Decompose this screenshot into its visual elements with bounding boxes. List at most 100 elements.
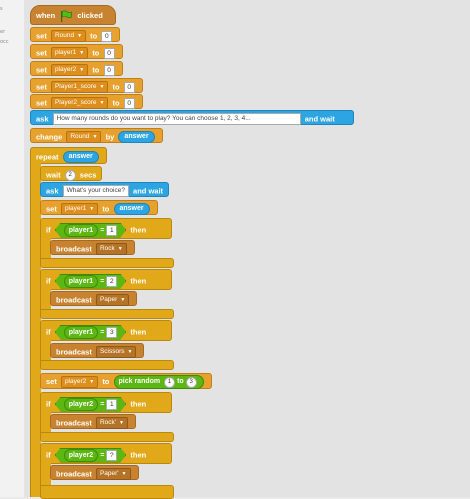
- var-dropdown-round[interactable]: Round ▼: [50, 30, 87, 43]
- broadcast-label: broadcast: [56, 469, 92, 479]
- equals-operator[interactable]: player1 = 1: [55, 223, 127, 238]
- then-label: then: [130, 399, 147, 409]
- compare-value-input[interactable]: 1: [106, 399, 117, 410]
- if-player1-rock-block[interactable]: if player1 = 1 then: [40, 218, 172, 239]
- ask-rounds-text-input[interactable]: How many rounds do you want to play? You…: [52, 113, 301, 126]
- player1-reporter[interactable]: player1: [64, 326, 99, 339]
- player1-reporter[interactable]: player1: [64, 275, 99, 288]
- broadcast-paper2-block[interactable]: broadcast Paper' ▼: [50, 465, 139, 481]
- set-label: set: [36, 31, 47, 41]
- value-input[interactable]: 0: [123, 81, 135, 93]
- set-label: set: [36, 65, 47, 75]
- set-player2-random-block[interactable]: set player2 ▼ to pick random 1 to 3: [40, 373, 212, 390]
- set-round-block[interactable]: set Round ▼ to 0: [30, 27, 121, 43]
- to-label: to: [90, 31, 98, 41]
- broadcast-label: broadcast: [56, 295, 92, 305]
- stage-panel-edge: s er occ: [0, 0, 25, 497]
- if-label: if: [46, 225, 51, 235]
- broadcast-scissors-block[interactable]: broadcast Scissors ▼: [50, 343, 145, 359]
- ask-label: ask: [36, 114, 49, 124]
- answer-reporter[interactable]: answer: [113, 203, 150, 216]
- to-label: to: [112, 82, 120, 92]
- set-label: set: [36, 48, 47, 58]
- if-player1-paper-block[interactable]: if player1 = 2 then: [40, 269, 172, 290]
- equals-operator[interactable]: player1 = 2: [55, 274, 127, 289]
- broadcast-rock2-block[interactable]: broadcast Rock' ▼: [50, 414, 136, 430]
- set-player1-answer-block[interactable]: set player1 ▼ to answer: [40, 200, 158, 216]
- if-player2-rock-block[interactable]: if player2 = 1 then: [40, 392, 172, 413]
- then-label: then: [130, 225, 147, 235]
- set-label: set: [46, 377, 57, 387]
- equals-operator[interactable]: player1 = 3: [55, 325, 127, 340]
- change-round-block[interactable]: change Round ▼ by answer: [30, 128, 163, 144]
- if-player1-scissors-block[interactable]: if player1 = 3 then: [40, 320, 172, 341]
- by-label: by: [105, 132, 115, 142]
- random-to-input[interactable]: 3: [185, 377, 197, 389]
- wait-label: wait: [46, 170, 61, 180]
- compare-value-input[interactable]: ?: [106, 450, 117, 461]
- broadcast-label: broadcast: [56, 244, 92, 254]
- if-end-cap: [40, 432, 174, 442]
- answer-reporter[interactable]: answer: [118, 131, 155, 144]
- var-dropdown-player1-score[interactable]: Player1_score ▼: [50, 81, 109, 94]
- message-dropdown-rock2[interactable]: Rock' ▼: [95, 417, 128, 430]
- green-flag-icon: [61, 10, 73, 23]
- value-input[interactable]: 0: [103, 47, 115, 59]
- if-label: if: [46, 450, 51, 460]
- pick-random-label: pick random: [118, 378, 161, 386]
- broadcast-paper-block[interactable]: broadcast Paper ▼: [50, 291, 138, 307]
- broadcast-label: broadcast: [56, 347, 92, 357]
- var-dropdown-player2[interactable]: player2 ▼: [50, 64, 89, 77]
- if-end-cap: [40, 309, 174, 319]
- equals-operator[interactable]: player2 = 1: [55, 397, 127, 412]
- ask-label: ask: [46, 186, 59, 196]
- value-input[interactable]: 0: [101, 30, 113, 42]
- broadcast-rock-block[interactable]: broadcast Rock ▼: [50, 240, 135, 256]
- var-dropdown-player1[interactable]: player1 ▼: [60, 203, 99, 216]
- if-player2-paper-block[interactable]: if player2 =? then: [40, 443, 172, 464]
- value-input[interactable]: 0: [123, 97, 135, 109]
- and-wait-label: and wait: [304, 114, 335, 124]
- player1-reporter[interactable]: player1: [64, 224, 99, 237]
- wait-block[interactable]: wait 2 secs: [40, 166, 103, 181]
- message-dropdown-paper2[interactable]: Paper' ▼: [95, 468, 131, 481]
- repeat-block[interactable]: repeat answer: [30, 147, 107, 164]
- message-dropdown-paper[interactable]: Paper ▼: [95, 294, 130, 307]
- value-input[interactable]: 0: [103, 64, 115, 76]
- ask-choice-text-input[interactable]: What's your choice?: [62, 185, 129, 198]
- var-dropdown-round[interactable]: Round ▼: [66, 131, 102, 144]
- equals-operator[interactable]: player2 =?: [55, 448, 127, 463]
- then-label: then: [130, 450, 147, 460]
- message-dropdown-scissors[interactable]: Scissors ▼: [95, 346, 137, 359]
- compare-value-input[interactable]: 2: [106, 276, 117, 287]
- var-dropdown-player2[interactable]: player2 ▼: [60, 376, 99, 389]
- if-label: if: [46, 327, 51, 337]
- pick-random-operator[interactable]: pick random 1 to 3: [113, 375, 204, 390]
- compare-value-input[interactable]: 3: [106, 327, 117, 338]
- answer-reporter[interactable]: answer: [62, 151, 99, 164]
- set-label: set: [36, 82, 47, 92]
- wait-secs-input[interactable]: 2: [64, 169, 76, 181]
- to-label: to: [102, 204, 110, 214]
- scripts-area[interactable]: when clicked set Round ▼ to 0 set player1…: [24, 0, 470, 499]
- var-dropdown-player1[interactable]: player1 ▼: [50, 47, 89, 60]
- stage-label-3: occ: [0, 39, 9, 45]
- compare-value-input[interactable]: 1: [106, 225, 117, 236]
- message-dropdown-rock[interactable]: Rock ▼: [95, 243, 127, 256]
- player2-reporter[interactable]: player2: [64, 398, 99, 411]
- then-label: then: [130, 327, 147, 337]
- then-label: then: [130, 276, 147, 286]
- if-label: if: [46, 399, 51, 409]
- set-label: set: [36, 98, 47, 108]
- change-label: change: [36, 132, 63, 142]
- set-player2-score-block[interactable]: set Player2_score ▼ to 0: [30, 94, 143, 110]
- when-flag-clicked-block[interactable]: when clicked: [30, 5, 116, 25]
- set-player1-block[interactable]: set player1 ▼ to 0: [30, 44, 123, 60]
- random-from-input[interactable]: 1: [164, 377, 176, 389]
- set-player1-score-block[interactable]: set Player1_score ▼ to 0: [30, 78, 143, 94]
- var-dropdown-player2-score[interactable]: Player2_score ▼: [50, 97, 109, 110]
- set-player2-block[interactable]: set player2 ▼ to 0: [30, 61, 123, 77]
- ask-choice-block[interactable]: ask What's your choice? and wait: [40, 182, 170, 198]
- player2-reporter[interactable]: player2: [64, 449, 99, 462]
- ask-rounds-block[interactable]: ask How many rounds do you want to play?…: [30, 110, 354, 126]
